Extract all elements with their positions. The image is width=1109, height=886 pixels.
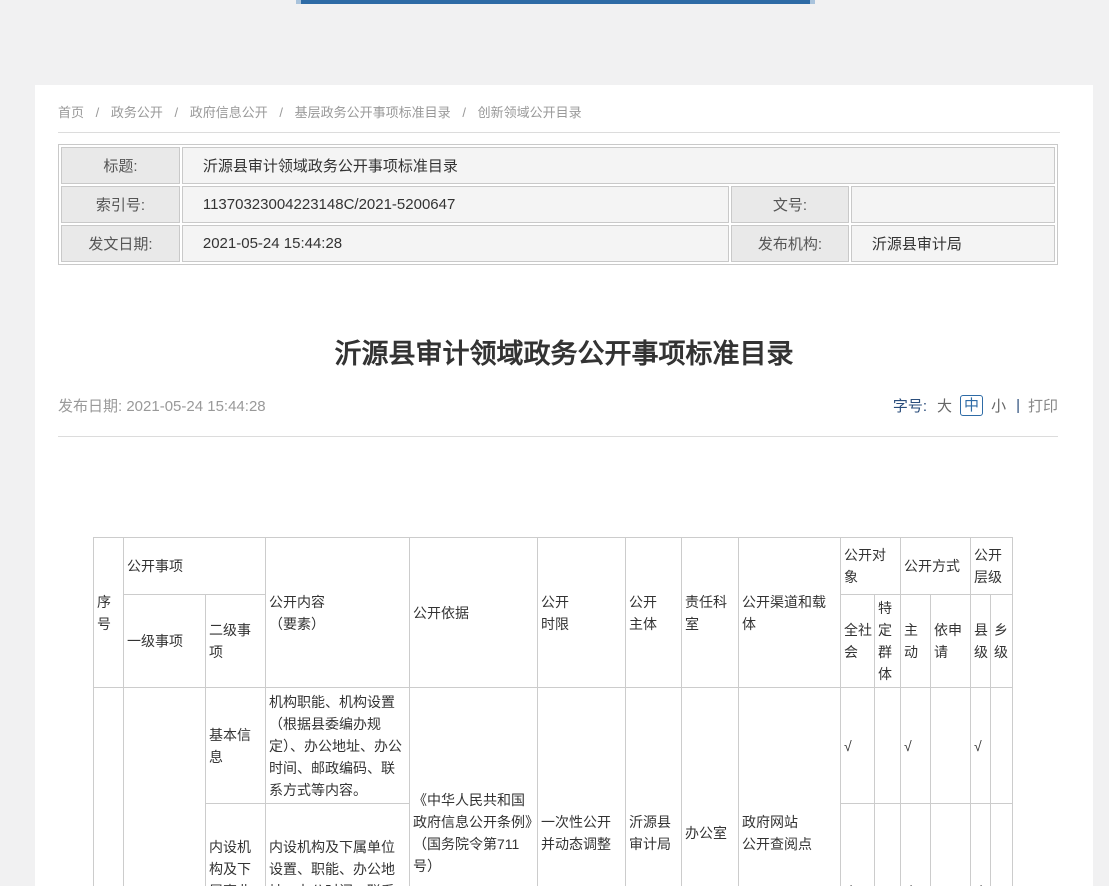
breadcrumb-home[interactable]: 首页 xyxy=(58,105,84,120)
breadcrumb-separator: / xyxy=(462,105,466,120)
cell-level2-item: 基本信息 xyxy=(206,688,266,804)
doc-number-value xyxy=(851,186,1055,223)
content-card: 首页 / 政务公开 / 政府信息公开 / 基层政务公开事项标准目录 / 创新领域… xyxy=(35,85,1093,886)
cell-check-township xyxy=(991,688,1013,804)
catalog-table: 序号 公开事项 公开内容 （要素） 公开依据 公开 时限 公开 主体 责任科室 … xyxy=(93,537,1013,886)
breadcrumb-xinxigongkai[interactable]: 政府信息公开 xyxy=(190,105,268,120)
col-township-level: 乡级 xyxy=(991,595,1013,688)
publish-date: 发布日期: 2021-05-24 15:44:28 xyxy=(58,395,266,416)
fontsize-print-separator: | xyxy=(1016,397,1020,414)
top-accent-bar xyxy=(296,0,815,4)
cell-disclosure-content: 内设机构及下属单位设置、职能、办公地址、办公时间、联系方式、负责人姓名等信息。 xyxy=(266,804,410,886)
info-row-index: 索引号: 11370323004223148C/2021-5200647 文号: xyxy=(61,186,1055,223)
col-proactive: 主动 xyxy=(901,595,931,688)
col-disclosure-basis: 公开依据 xyxy=(410,538,538,688)
title-label: 标题: xyxy=(61,147,180,184)
breadcrumb-zhengwugongkai[interactable]: 政务公开 xyxy=(111,105,163,120)
col-upon-request: 依申请 xyxy=(931,595,971,688)
index-number-label: 索引号: xyxy=(61,186,180,223)
col-county-level: 县级 xyxy=(971,595,991,688)
article-divider xyxy=(58,436,1058,437)
cell-check-specific-groups xyxy=(875,804,901,886)
col-channels-carriers: 公开渠道和载体 xyxy=(739,538,841,688)
index-number-value: 11370323004223148C/2021-5200647 xyxy=(182,186,729,223)
breadcrumb-separator: / xyxy=(279,105,283,120)
issuing-agency-label: 发布机构: xyxy=(731,225,849,262)
col-responsible-office: 责任科室 xyxy=(682,538,739,688)
publish-date-label: 发布日期: xyxy=(58,398,122,415)
col-disclosure-content: 公开内容 （要素） xyxy=(266,538,410,688)
fontsize-large-button[interactable]: 大 xyxy=(937,395,952,416)
issue-date-label: 发文日期: xyxy=(61,225,180,262)
cell-check-proactive: √ xyxy=(901,688,931,804)
info-row-title: 标题: 沂源县审计领域政务公开事项标准目录 xyxy=(61,147,1055,184)
title-value: 沂源县审计领域政务公开事项标准目录 xyxy=(182,147,1055,184)
col-disclosure-levels: 公开 层级 xyxy=(971,538,1013,595)
print-button[interactable]: 打印 xyxy=(1028,395,1058,416)
issuing-agency-value: 沂源县审计局 xyxy=(851,225,1055,262)
col-disclosure-methods: 公开方式 xyxy=(901,538,971,595)
col-disclosure-items: 公开事项 xyxy=(124,538,266,595)
col-level1-item: 一级事项 xyxy=(124,595,206,688)
breadcrumb: 首页 / 政务公开 / 政府信息公开 / 基层政务公开事项标准目录 / 创新领域… xyxy=(58,103,1070,123)
breadcrumb-divider xyxy=(58,132,1060,133)
col-level2-item: 二级事项 xyxy=(206,595,266,688)
cell-disclosure-content: 机构职能、机构设置（根据县委编办规定）、办公地址、办公时间、邮政编码、联系方式等… xyxy=(266,688,410,804)
cell-level1-item xyxy=(124,688,206,886)
col-serial-number: 序号 xyxy=(94,538,124,688)
cell-serial-number xyxy=(94,688,124,886)
cell-channels-carriers: 政府网站 公开查阅点 xyxy=(739,688,841,886)
cell-level2-item: 内设机构及下属事业单位信息 xyxy=(206,804,266,886)
info-row-date: 发文日期: 2021-05-24 15:44:28 发布机构: 沂源县审计局 xyxy=(61,225,1055,262)
table-row: 基本信息 机构职能、机构设置（根据县委编办规定）、办公地址、办公时间、邮政编码、… xyxy=(94,688,1013,804)
cell-check-township xyxy=(991,804,1013,886)
col-specific-groups: 特定群体 xyxy=(875,595,901,688)
fontsize-label: 字号: xyxy=(893,395,927,416)
cell-responsible-office: 办公室 xyxy=(682,688,739,886)
col-disclosure-timeline: 公开 时限 xyxy=(538,538,626,688)
breadcrumb-biaozhunmulu[interactable]: 基层政务公开事项标准目录 xyxy=(295,105,451,120)
col-disclosure-targets: 公开对象 xyxy=(841,538,901,595)
cell-check-proactive: √ xyxy=(901,804,931,886)
cell-check-upon-request xyxy=(931,804,971,886)
col-disclosure-subject: 公开 主体 xyxy=(626,538,682,688)
publish-date-value: 2021-05-24 15:44:28 xyxy=(126,398,265,415)
breadcrumb-separator: / xyxy=(96,105,100,120)
cell-check-whole-society: √ xyxy=(841,804,875,886)
col-whole-society: 全社会 xyxy=(841,595,875,688)
cell-check-upon-request xyxy=(931,688,971,804)
cell-disclosure-basis: 《中华人民共和国政府信息公开条例》（国务院令第711号） xyxy=(410,688,538,886)
breadcrumb-separator: / xyxy=(175,105,179,120)
catalog-header-row-1: 序号 公开事项 公开内容 （要素） 公开依据 公开 时限 公开 主体 责任科室 … xyxy=(94,538,1013,595)
fontsize-small-button[interactable]: 小 xyxy=(991,395,1006,416)
cell-check-county: √ xyxy=(971,804,991,886)
cell-check-whole-society: √ xyxy=(841,688,875,804)
breadcrumb-current[interactable]: 创新领域公开目录 xyxy=(478,105,582,120)
cell-check-county: √ xyxy=(971,688,991,804)
cell-disclosure-timeline: 一次性公开并动态调整 xyxy=(538,688,626,886)
page-title: 沂源县审计领域政务公开事项标准目录 xyxy=(58,335,1070,373)
cell-disclosure-subject: 沂源县审计局 xyxy=(626,688,682,886)
fontsize-control: 字号: 大 中 小 | 打印 xyxy=(893,395,1058,416)
cell-check-specific-groups xyxy=(875,688,901,804)
document-info-table: 标题: 沂源县审计领域政务公开事项标准目录 索引号: 1137032300422… xyxy=(58,144,1058,265)
issue-date-value: 2021-05-24 15:44:28 xyxy=(182,225,729,262)
article-meta-row: 发布日期: 2021-05-24 15:44:28 字号: 大 中 小 | 打印 xyxy=(58,395,1058,416)
doc-number-label: 文号: xyxy=(731,186,849,223)
fontsize-medium-button[interactable]: 中 xyxy=(960,395,983,416)
